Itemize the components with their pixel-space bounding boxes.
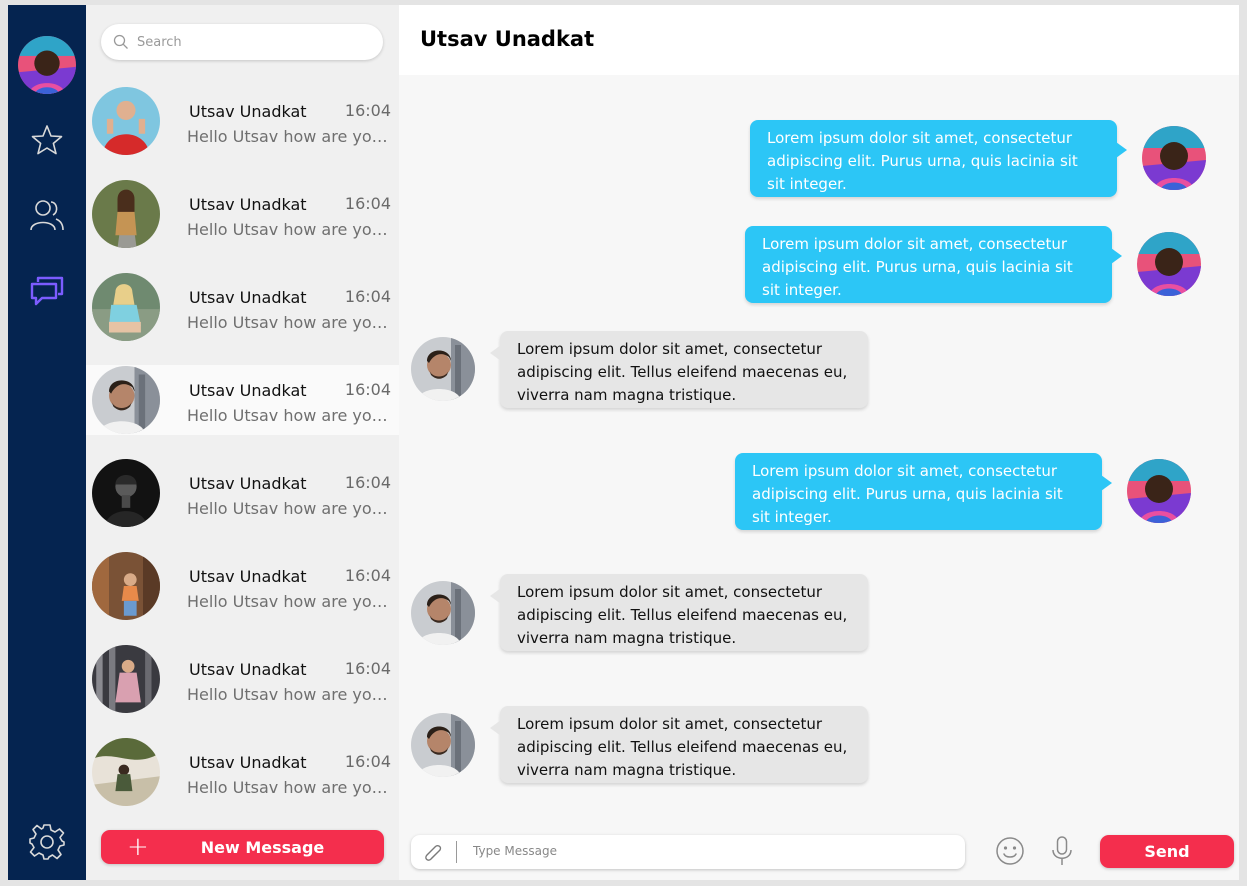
chat-icon[interactable] bbox=[30, 274, 64, 308]
message-preview: Hello Utsav how are you doing? bbox=[187, 127, 392, 146]
sender-avatar bbox=[1137, 232, 1201, 296]
message-time: 16:04 bbox=[344, 473, 391, 492]
smiley-icon[interactable] bbox=[995, 836, 1025, 870]
message-preview: Hello Utsav how are you doing? bbox=[187, 406, 392, 425]
contact-avatar bbox=[92, 459, 160, 527]
conversation-item[interactable]: Utsav Unadkat 16:04 Hello Utsav how are … bbox=[86, 86, 399, 156]
message-preview: Hello Utsav how are you doing? bbox=[187, 220, 392, 239]
message-composer bbox=[411, 835, 965, 869]
message-time: 16:04 bbox=[344, 752, 391, 771]
chat-pane: Utsav Unadkat Lorem ipsum dolor sit amet… bbox=[399, 5, 1239, 880]
message-time: 16:04 bbox=[344, 659, 391, 678]
contact-name: Utsav Unadkat bbox=[189, 660, 307, 679]
message-time: 16:04 bbox=[344, 287, 391, 306]
nav-rail bbox=[8, 5, 86, 880]
message-time: 16:04 bbox=[344, 101, 391, 120]
conversation-item[interactable]: Utsav Unadkat 16:04 Hello Utsav how are … bbox=[86, 458, 399, 528]
contact-name: Utsav Unadkat bbox=[189, 288, 307, 307]
contact-name: Utsav Unadkat bbox=[189, 381, 307, 400]
contact-avatar bbox=[411, 581, 475, 645]
contact-name: Utsav Unadkat bbox=[189, 195, 307, 214]
users-icon[interactable] bbox=[30, 198, 64, 232]
message-time: 16:04 bbox=[344, 194, 391, 213]
star-icon[interactable] bbox=[30, 123, 64, 157]
conversation-list: Utsav Unadkat 16:04 Hello Utsav how are … bbox=[86, 5, 399, 880]
send-button[interactable]: Send bbox=[1100, 835, 1234, 868]
microphone-icon[interactable] bbox=[1050, 835, 1074, 871]
contact-avatar bbox=[411, 713, 475, 777]
incoming-message: Lorem ipsum dolor sit amet, consectetur … bbox=[490, 706, 868, 783]
search-bar[interactable] bbox=[101, 24, 383, 60]
contact-avatar bbox=[92, 87, 160, 155]
message-time: 16:04 bbox=[344, 380, 391, 399]
conversation-item[interactable]: Utsav Unadkat 16:04 Hello Utsav how are … bbox=[86, 737, 399, 807]
sender-avatar bbox=[1142, 126, 1206, 190]
contact-name: Utsav Unadkat bbox=[189, 102, 307, 121]
contact-avatar bbox=[92, 366, 160, 434]
contact-avatar bbox=[92, 738, 160, 806]
outgoing-message: Lorem ipsum dolor sit amet, consectetur … bbox=[745, 226, 1122, 303]
new-message-button[interactable]: + New Message bbox=[101, 830, 384, 864]
conversation-item[interactable]: Utsav Unadkat 16:04 Hello Utsav how are … bbox=[86, 551, 399, 621]
composer-divider bbox=[456, 841, 457, 863]
new-message-label: New Message bbox=[200, 838, 325, 857]
contact-avatar bbox=[92, 552, 160, 620]
message-preview: Hello Utsav how are you doing? bbox=[187, 499, 392, 518]
message-input[interactable] bbox=[471, 843, 945, 859]
contact-avatar bbox=[411, 337, 475, 401]
conversation-item[interactable]: Utsav Unadkat 16:04 Hello Utsav how are … bbox=[86, 644, 399, 714]
contact-avatar bbox=[92, 645, 160, 713]
message-preview: Hello Utsav how are you doing? bbox=[187, 778, 392, 797]
paperclip-icon[interactable] bbox=[422, 843, 444, 867]
messenger-app: Utsav Unadkat 16:04 Hello Utsav how are … bbox=[8, 5, 1239, 880]
outgoing-message: Lorem ipsum dolor sit amet, consectetur … bbox=[750, 120, 1127, 197]
chat-title: Utsav Unadkat bbox=[420, 27, 595, 51]
outgoing-message: Lorem ipsum dolor sit amet, consectetur … bbox=[735, 453, 1112, 530]
incoming-message: Lorem ipsum dolor sit amet, consectetur … bbox=[490, 331, 868, 408]
gear-icon[interactable] bbox=[28, 823, 66, 861]
message-preview: Hello Utsav how are you doing? bbox=[187, 592, 392, 611]
contact-name: Utsav Unadkat bbox=[189, 474, 307, 493]
chat-header: Utsav Unadkat bbox=[399, 5, 1239, 75]
search-icon bbox=[113, 34, 128, 49]
contact-name: Utsav Unadkat bbox=[189, 753, 307, 772]
message-preview: Hello Utsav how are you doing? bbox=[187, 685, 392, 704]
contact-avatar bbox=[92, 180, 160, 248]
incoming-message: Lorem ipsum dolor sit amet, consectetur … bbox=[490, 574, 868, 651]
current-user-avatar[interactable] bbox=[18, 36, 76, 94]
message-time: 16:04 bbox=[344, 566, 391, 585]
contact-avatar bbox=[92, 273, 160, 341]
message-preview: Hello Utsav how are you doing? bbox=[187, 313, 392, 332]
conversation-item-active[interactable]: Utsav Unadkat 16:04 Hello Utsav how are … bbox=[86, 365, 399, 435]
search-input[interactable] bbox=[135, 33, 359, 51]
conversation-item[interactable]: Utsav Unadkat 16:04 Hello Utsav how are … bbox=[86, 272, 399, 342]
conversation-item[interactable]: Utsav Unadkat 16:04 Hello Utsav how are … bbox=[86, 179, 399, 249]
sender-avatar bbox=[1127, 459, 1191, 523]
contact-name: Utsav Unadkat bbox=[189, 567, 307, 586]
